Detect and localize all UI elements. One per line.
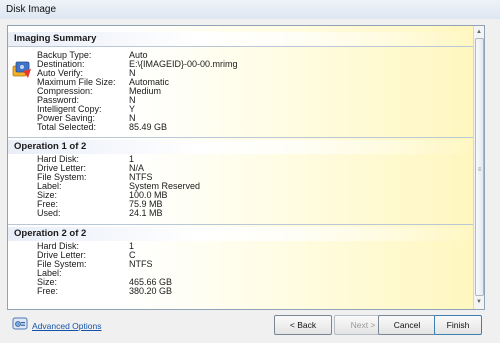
advanced-options-link[interactable]: Advanced Options [32, 321, 101, 331]
summary-row: Auto Verify: N [37, 68, 136, 78]
summary-row: Maximum File Size: Automatic [37, 77, 170, 87]
operation-row: Free: 380.20 GB [37, 286, 173, 296]
wizard-window: Imaging Summary Backup Type: Auto Destina… [0, 19, 500, 343]
operation-row: File System: NTFS [37, 259, 153, 269]
back-button[interactable]: < Back [274, 315, 332, 335]
summary-row: Compression: Medium [37, 86, 162, 96]
title-bar: Disk Image [0, 0, 500, 20]
wizard-footer: Advanced Options < Back Next > Cancel Fi… [0, 311, 500, 343]
operation-2-header: Operation 2 of 2 [8, 227, 484, 241]
summary-row: Intelligent Copy: Y [37, 104, 136, 114]
disk-image-app-icon [12, 61, 31, 78]
operation-row: Size: 465.66 GB [37, 277, 173, 287]
scroll-up-icon[interactable]: ▲ [475, 28, 483, 36]
operation-row: Hard Disk: 1 [37, 241, 135, 251]
summary-row: Backup Type: Auto [37, 50, 148, 60]
operation-row: Used: 24.1 MB [37, 208, 163, 218]
section-divider [8, 46, 478, 47]
operation-row: Drive Letter: N/A [37, 163, 145, 173]
operation-row: File System: NTFS [37, 172, 153, 182]
operation-1-header: Operation 1 of 2 [8, 140, 484, 154]
cancel-button[interactable]: Cancel [378, 315, 436, 335]
section-divider [8, 224, 478, 225]
imaging-summary-header: Imaging Summary [8, 32, 484, 46]
operation-row: Hard Disk: 1 [37, 154, 135, 164]
scrollbar-thumb[interactable]: ≡ [475, 38, 484, 296]
summary-row: Password: N [37, 95, 136, 105]
scroll-down-icon[interactable]: ▼ [475, 298, 483, 306]
vertical-scrollbar[interactable]: ▲ ≡ ▼ [473, 26, 484, 309]
operation-row: Free: 75.9 MB [37, 199, 163, 209]
window-title: Disk Image [6, 4, 57, 15]
summary-panel: Imaging Summary Backup Type: Auto Destina… [7, 25, 485, 310]
operation-row: Label: [37, 268, 62, 278]
summary-row: Power Saving: N [37, 113, 136, 123]
grip-icon: ≡ [477, 167, 482, 173]
summary-row: Total Selected: 85.49 GB [37, 122, 168, 132]
section-divider [8, 137, 478, 138]
summary-row: Destination: E:\{IMAGEID}-00-00.mrimg [37, 59, 238, 69]
operation-row: Label: System Reserved [37, 181, 201, 191]
finish-button[interactable]: Finish [434, 315, 482, 335]
advanced-options-icon[interactable] [12, 316, 28, 332]
operation-row: Size: 100.0 MB [37, 190, 168, 200]
operation-row: Drive Letter: C [37, 250, 136, 260]
